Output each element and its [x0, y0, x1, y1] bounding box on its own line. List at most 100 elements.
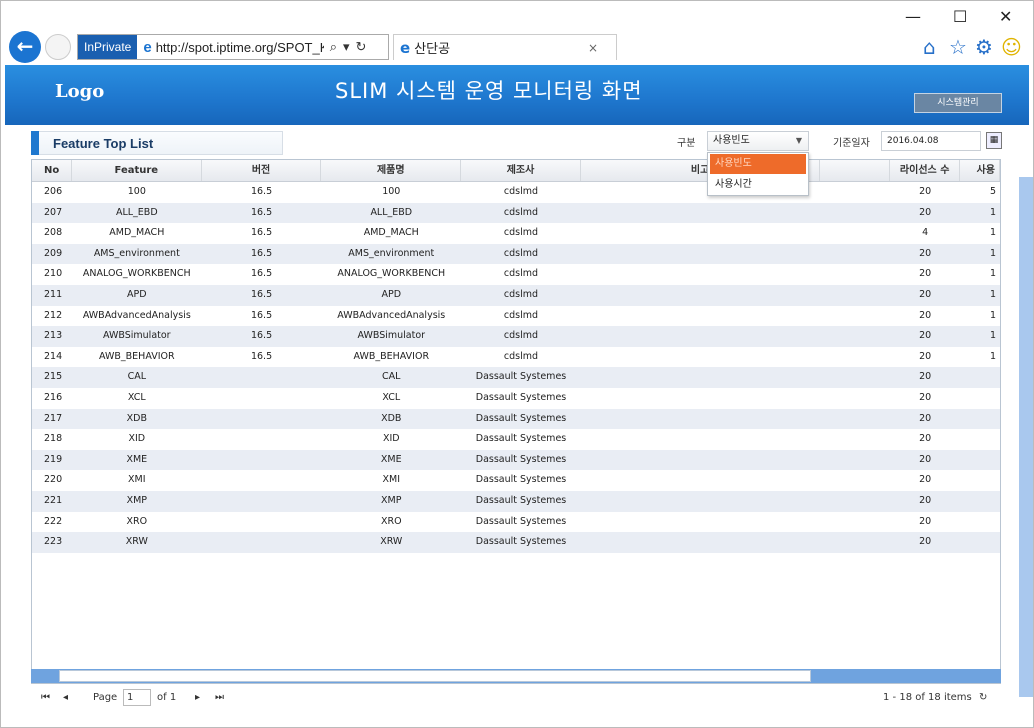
cell-version: 16.5 [250, 268, 273, 280]
header-maker[interactable]: 제조사 [461, 160, 581, 181]
cell-no: 214 [44, 350, 63, 362]
table-row[interactable]: 212 AWBAdvancedAnalysis 16.5 AWBAdvancedAna… [32, 305, 1000, 327]
header-version[interactable]: 버전 [202, 160, 322, 181]
cell-no: 216 [44, 391, 63, 403]
header-no[interactable]: No [32, 160, 72, 181]
favorites-star-icon[interactable]: ☆ [949, 35, 967, 59]
table-row[interactable]: 221 XMP XMP Dassault Systemes 20 [32, 490, 1000, 512]
table-row[interactable]: 208 AMD_MACH 16.5 AMD_MACH cdslmd 4 1 [32, 223, 1000, 244]
horizontal-scrollbar[interactable] [31, 669, 1001, 683]
table-row[interactable]: 207 ALL_EBD 16.5 ALL_EBD cdslmd 20 1 [32, 202, 1000, 224]
next-page-icon[interactable]: ▸ [195, 692, 200, 703]
browser-tab[interactable]: e 산단공 × [393, 34, 617, 60]
table-row[interactable]: 206 100 16.5 100 cdslmd 20 5 [32, 182, 1000, 203]
cell-license-count: 20 [919, 288, 932, 300]
prev-page-icon[interactable]: ◂ [63, 692, 68, 703]
close-window-button[interactable]: ✕ [999, 7, 1012, 26]
cell-usage [960, 532, 1000, 553]
gear-icon[interactable]: ⚙ [975, 35, 993, 59]
scrollbar-thumb[interactable] [59, 670, 811, 682]
cell-version: 16.5 [250, 206, 273, 218]
cell-extra [820, 264, 890, 285]
table-row[interactable]: 211 APD 16.5 APD cdslmd 20 1 [32, 284, 1000, 306]
table-row[interactable]: 213 AWBSimulator 16.5 AWBSimulator cdslmd 20 1 [32, 326, 1000, 347]
cell-product: XCL [382, 391, 401, 403]
cell-note [581, 429, 821, 450]
cell-maker: Dassault Systemes [475, 371, 567, 383]
table-row[interactable]: 218 XID XID Dassault Systemes 20 [32, 429, 1000, 450]
maximize-button[interactable]: ☐ [953, 7, 967, 26]
cell-extra [820, 429, 890, 450]
url-text[interactable]: http://spot.iptime.org/SPOT_K [156, 40, 324, 55]
table-row[interactable]: 223 XRW XRW Dassault Systemes 20 [32, 532, 1000, 553]
cell-feature: XID [128, 433, 146, 445]
cell-product: 100 [382, 186, 401, 197]
table-row[interactable]: 219 XME XME Dassault Systemes 20 [32, 449, 1000, 471]
smiley-icon[interactable]: ☺ [1001, 35, 1022, 59]
date-field[interactable]: 2016.04.08 [881, 131, 981, 151]
header-product[interactable]: 제품명 [321, 160, 462, 181]
cell-product: CAL [382, 371, 401, 383]
address-bar[interactable]: InPrivate e http://spot.iptime.org/SPOT_… [77, 34, 389, 60]
cell-usage: 5 [989, 186, 997, 197]
cell-no: 206 [44, 186, 63, 197]
home-icon[interactable]: ⌂ [923, 35, 936, 59]
header-usage[interactable]: 사용 [960, 160, 1000, 181]
last-page-icon[interactable]: ⏭ [215, 692, 224, 703]
cell-maker: Dassault Systemes [475, 474, 567, 486]
category-select[interactable]: 사용빈도 ▼ [707, 131, 809, 151]
table-row[interactable]: 209 AMS_environment 16.5 AMS_environment cds… [32, 243, 1000, 265]
table-row[interactable]: 222 XRO XRO Dassault Systemes 20 [32, 511, 1000, 533]
dropdown-arrow-icon[interactable]: ▾ [343, 39, 350, 55]
page-number-input[interactable]: 1 [123, 689, 151, 706]
system-management-button[interactable]: 시스템관리 [914, 93, 1002, 113]
cell-version [202, 470, 322, 491]
cell-note [581, 532, 821, 553]
cell-product: XRW [380, 536, 403, 548]
vertical-scrollbar[interactable] [1019, 177, 1033, 697]
cell-no: 210 [44, 268, 63, 280]
forward-button[interactable] [45, 34, 71, 60]
search-icon[interactable]: ⌕ [330, 39, 337, 55]
table-row[interactable]: 214 AWB_BEHAVIOR 16.5 AWB_BEHAVIOR cdslmd 20 1 [32, 346, 1000, 368]
first-page-icon[interactable]: ⏮ [41, 692, 50, 703]
cell-maker: cdslmd [503, 206, 539, 218]
header-feature[interactable]: Feature [72, 160, 202, 181]
grid-body: 206 100 16.5 100 cdslmd 20 5 207 ALL_EBD 16.5 ALL_… [32, 182, 1000, 553]
header-license-count[interactable]: 라이선스 수 [890, 160, 961, 181]
cell-feature: XDB [126, 412, 147, 424]
dropdown-option-duration[interactable]: 사용시간 [710, 175, 806, 195]
cell-feature: AMD_MACH [109, 227, 165, 239]
dropdown-option-frequency[interactable]: 사용빈도 [710, 154, 806, 174]
cell-extra [820, 470, 890, 491]
table-row[interactable]: 215 CAL CAL Dassault Systemes 20 [32, 367, 1000, 388]
pager: ⏮ ◂ Page 1 of 1 ▸ ⏭ 1 - 18 of 18 items ↻ [31, 685, 1001, 711]
back-arrow-icon[interactable]: ← [9, 31, 41, 63]
cell-usage [960, 409, 1000, 430]
cell-feature: XMI [128, 474, 146, 486]
table-row[interactable]: 210 ANALOG_WORKBENCH 16.5 ANALOG_WORKBENCH c… [32, 264, 1000, 285]
header-extra[interactable] [820, 160, 891, 181]
cell-no: 223 [44, 536, 63, 548]
refresh-icon[interactable]: ↻ [979, 692, 987, 703]
cell-extra [820, 450, 890, 471]
refresh-icon[interactable]: ↻ [356, 39, 367, 55]
calendar-icon[interactable]: ▦ [986, 132, 1002, 149]
cell-no: 209 [44, 247, 63, 259]
table-row[interactable]: 217 XDB XDB Dassault Systemes 20 [32, 408, 1000, 430]
tab-close-icon[interactable]: × [588, 41, 598, 55]
table-row[interactable]: 220 XMI XMI Dassault Systemes 20 [32, 470, 1000, 491]
chevron-down-icon[interactable]: ▼ [796, 132, 802, 150]
logo[interactable]: Logo [55, 81, 104, 102]
cell-note [581, 203, 821, 224]
cell-no: 218 [44, 433, 63, 445]
cell-usage [960, 512, 1000, 533]
cell-feature: XME [126, 453, 148, 465]
cell-maker: Dassault Systemes [475, 536, 567, 548]
table-row[interactable]: 216 XCL XCL Dassault Systemes 20 [32, 387, 1000, 409]
category-dropdown: 사용빈도 사용시간 [707, 152, 809, 196]
cell-feature: AWBAdvancedAnalysis [82, 309, 191, 321]
cell-version: 16.5 [250, 227, 273, 239]
cell-product: APD [381, 288, 402, 300]
minimize-button[interactable]: — [905, 7, 921, 26]
